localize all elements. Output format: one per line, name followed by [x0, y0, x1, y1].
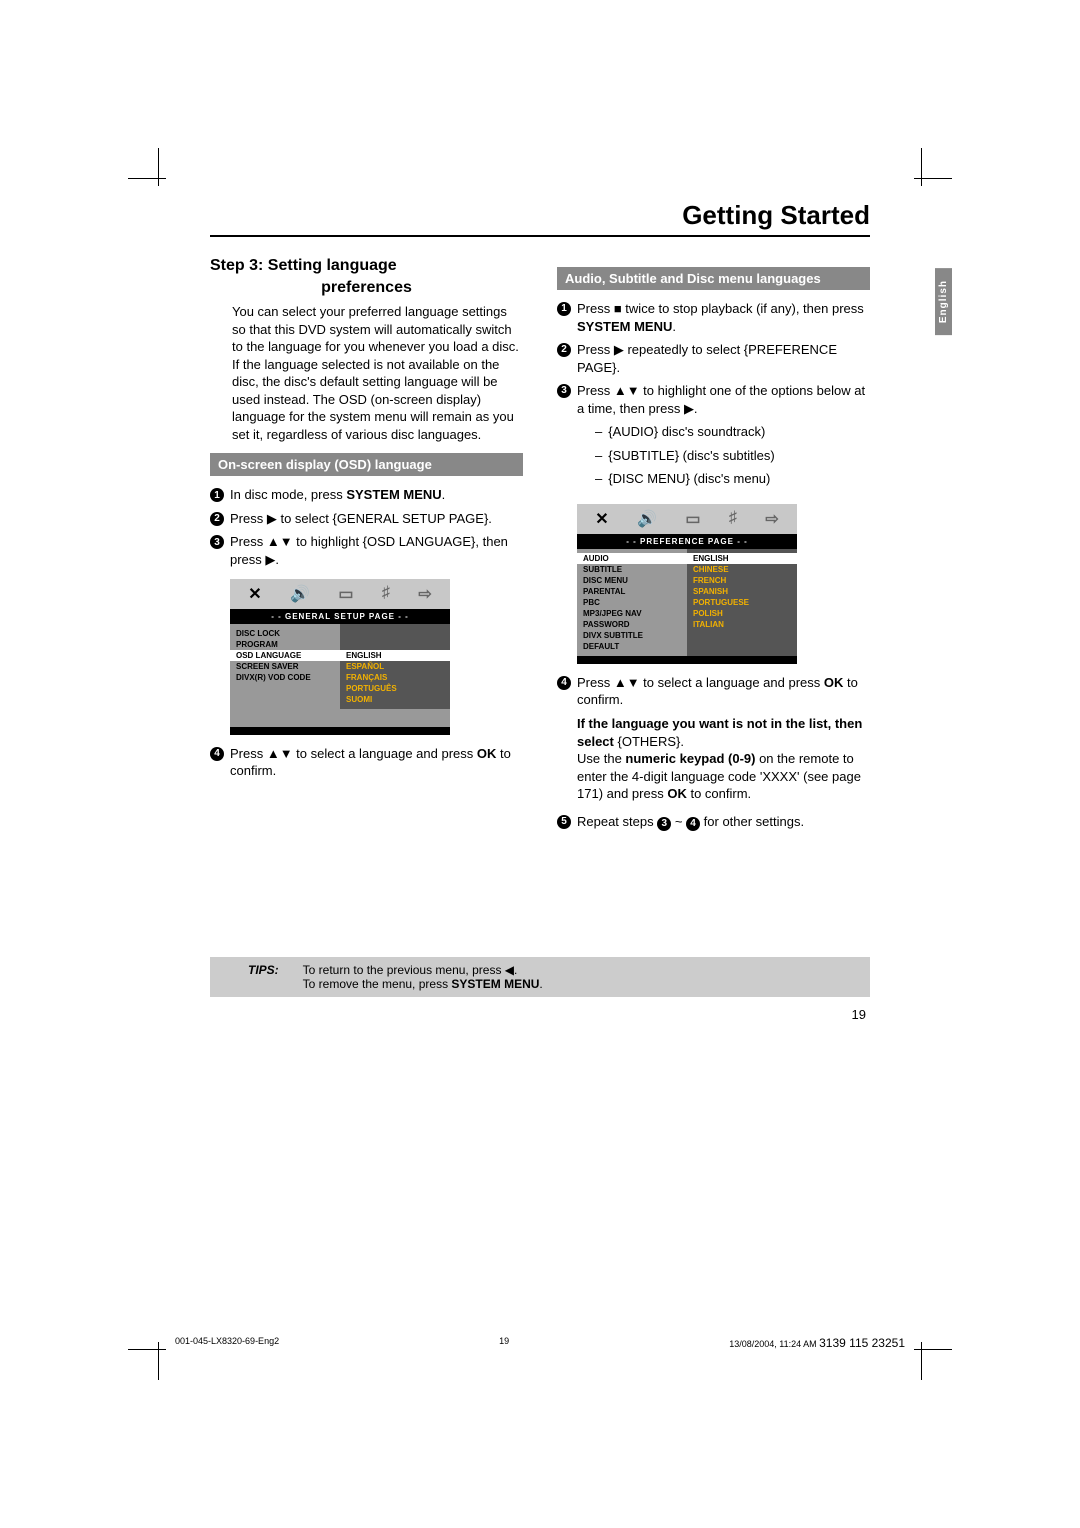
audio-section-bar: Audio, Subtitle and Disc menu languages: [557, 267, 870, 290]
audio-note: If the language you want is not in the l…: [577, 715, 870, 803]
osd-menu-general-setup: ✕ 🔊 ▭ ♯ ⇨ - - GENERAL SETUP PAGE - - DIS…: [230, 579, 450, 735]
osd-lang-option: PORTUGUÊS: [346, 683, 444, 694]
osd-menu-item: DIVX SUBTITLE: [583, 630, 681, 641]
osd-lang-option: ESPAÑOL: [346, 661, 444, 672]
osd-menu-item: DEFAULT: [583, 641, 681, 652]
osd-menu2-title: - - PREFERENCE PAGE - -: [577, 534, 797, 549]
osd-menu-item: DIVX(R) VOD CODE: [236, 672, 334, 683]
osd-step-3: 3 Press ▲▼ to highlight {OSD LANGUAGE}, …: [210, 533, 523, 568]
osd-menu-item: DISC MENU: [583, 575, 681, 586]
tips-label: TIPS:: [248, 963, 279, 991]
audio-step-4: 4 Press ▲▼ to select a language and pres…: [557, 674, 870, 709]
osd-lang-option: FRANÇAIS: [346, 672, 444, 683]
speaker-icon: 🔊: [637, 509, 657, 529]
step-sub: preferences: [210, 279, 523, 297]
osd-menu-title: - - GENERAL SETUP PAGE - -: [230, 609, 450, 624]
osd-section-bar: On-screen display (OSD) language: [210, 453, 523, 476]
option-item: {DISC MENU} (disc's menu): [595, 470, 870, 488]
exit-icon: ⇨: [765, 509, 778, 529]
osd-menu-item: PARENTAL: [583, 586, 681, 597]
right-column: Audio, Subtitle and Disc menu languages …: [557, 257, 870, 837]
equalizer-icon: ♯: [729, 509, 737, 529]
exit-icon: ⇨: [418, 584, 431, 604]
osd-menu-item: PASSWORD: [583, 619, 681, 630]
footer-page: 19: [499, 1336, 509, 1350]
osd-lang-option: SPANISH: [693, 586, 791, 597]
tools-icon: ✕: [248, 584, 261, 604]
osd-lang-option: PORTUGUESE: [693, 597, 791, 608]
page-title: Getting Started: [210, 200, 870, 237]
osd-step-1: 1 In disc mode, press SYSTEM MENU.: [210, 486, 523, 504]
osd-lang-option: ENGLISH: [687, 553, 797, 564]
audio-step-1: 1 Press ■ twice to stop playback (if any…: [557, 300, 870, 335]
audio-step-5: 5 Repeat steps 3 ~ 4 for other settings.: [557, 813, 870, 831]
osd-menu-item: OSD LANGUAGE: [230, 650, 340, 661]
footer-right: 13/08/2004, 11:24 AM 3139 115 23251: [729, 1336, 905, 1350]
language-tab: English: [935, 268, 952, 335]
osd-menu-item: SCREEN SAVER: [236, 661, 334, 672]
osd-step-2: 2 Press ▶ to select {GENERAL SETUP PAGE}…: [210, 510, 523, 528]
tips-bar: TIPS: To return to the previous menu, pr…: [210, 957, 870, 997]
osd-menu-preference: ✕ 🔊 ▭ ♯ ⇨ - - PREFERENCE PAGE - - AUDIOS…: [577, 504, 797, 664]
osd-lang-option: CHINESE: [693, 564, 791, 575]
osd-menu-item: SUBTITLE: [583, 564, 681, 575]
left-column: Step 3: Setting language preferences You…: [210, 257, 523, 837]
speaker-icon: 🔊: [290, 584, 310, 604]
osd-lang-option: ENGLISH: [340, 650, 450, 661]
option-item: {SUBTITLE} (disc's subtitles): [595, 447, 870, 465]
osd-step-4: 4 Press ▲▼ to select a language and pres…: [210, 745, 523, 780]
equalizer-icon: ♯: [382, 584, 390, 604]
footer-doc-id: 001-045-LX8320-69-Eng2: [175, 1336, 279, 1350]
step-intro: You can select your preferred language s…: [232, 303, 523, 443]
option-item: {AUDIO} disc's soundtrack): [595, 423, 870, 441]
audio-step-3: 3 Press ▲▼ to highlight one of the optio…: [557, 382, 870, 494]
page-number: 19: [210, 1007, 866, 1022]
step-heading: Step 3: Setting language: [210, 257, 523, 275]
osd-menu-item: MP3/JPEG NAV: [583, 608, 681, 619]
osd-lang-option: ITALIAN: [693, 619, 791, 630]
footer: 001-045-LX8320-69-Eng2 19 13/08/2004, 11…: [175, 1336, 905, 1350]
osd-menu-item: AUDIO: [577, 553, 687, 564]
osd-menu-item: DISC LOCK: [236, 628, 334, 639]
tools-icon: ✕: [595, 509, 608, 529]
audio-step-2: 2 Press ▶ repeatedly to select {PREFEREN…: [557, 341, 870, 376]
osd-lang-option: POLISH: [693, 608, 791, 619]
osd-lang-option: FRENCH: [693, 575, 791, 586]
osd-lang-option: SUOMI: [346, 694, 444, 705]
screen-icon: ▭: [338, 584, 353, 604]
screen-icon: ▭: [685, 509, 700, 529]
osd-menu-item: PBC: [583, 597, 681, 608]
osd-menu-item: PROGRAM: [236, 639, 334, 650]
